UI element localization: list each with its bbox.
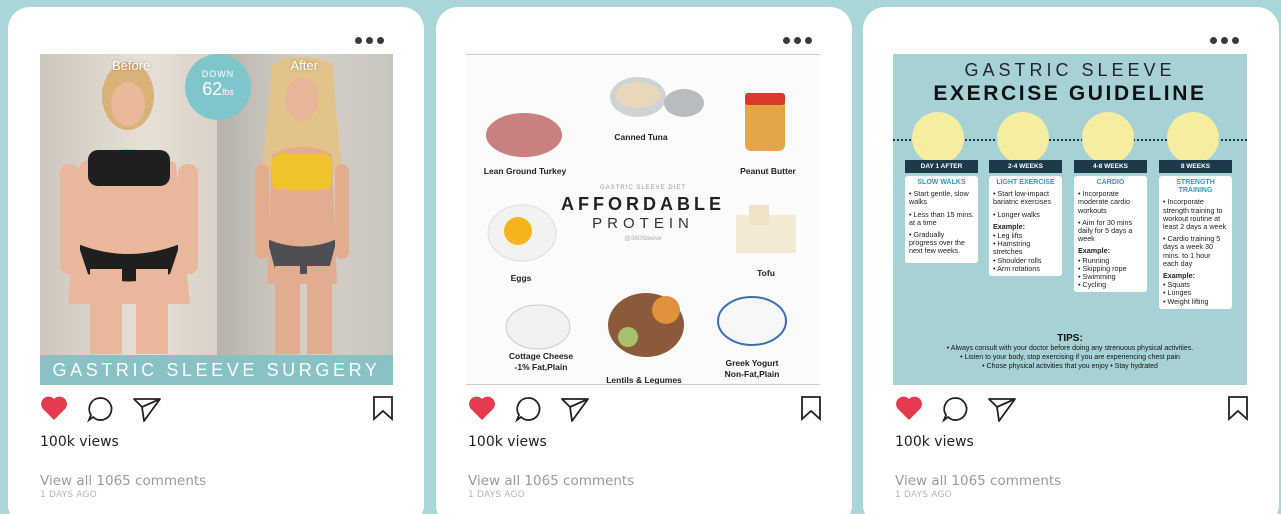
bookmark-icon[interactable] [800, 395, 822, 421]
view-comments-link[interactable]: View all 1065 comments [895, 473, 1061, 489]
guideline-title: GASTRIC SLEEVE [964, 60, 1176, 80]
post-card-2: Lean Ground Turkey Canned Tuna Peanut Bu… [436, 7, 852, 514]
heart-icon[interactable] [40, 395, 68, 421]
affordable-protein-heading: GASTRIC SLEEVE DIET AFFORDABLE PROTEIN @… [561, 185, 725, 242]
more-options-button[interactable] [1210, 37, 1239, 44]
more-options-button[interactable] [355, 37, 384, 44]
post-timestamp: 1 DAYS AGO [40, 490, 97, 500]
food-label: Peanut Butter [740, 166, 796, 176]
send-icon[interactable] [987, 395, 1017, 423]
food-label: Lean Ground Turkey [483, 166, 567, 176]
post-image[interactable]: Before After DOWN 62lbs GASTRIC SLEEVE S… [40, 54, 393, 385]
post-timestamp: 1 DAYS AGO [895, 490, 952, 500]
after-label: After [290, 58, 318, 73]
food-label: Canned Tuna [614, 132, 668, 142]
comment-icon[interactable] [941, 395, 969, 423]
guideline-subtitle: EXERCISE GUIDELINE [933, 82, 1207, 105]
post-card-1: Before After DOWN 62lbs GASTRIC SLEEVE S… [8, 7, 424, 514]
post-image[interactable]: Lean Ground Turkey Canned Tuna Peanut Bu… [466, 54, 820, 385]
treadmill-icon [1082, 112, 1134, 164]
send-icon[interactable] [132, 395, 162, 423]
heart-icon[interactable] [895, 395, 923, 421]
post-image[interactable]: GASTRIC SLEEVE EXERCISE GUIDELINE DAY 1 … [893, 54, 1247, 385]
tips-section: TIPS: • Always consult with your doctor … [946, 333, 1194, 370]
more-dots-icon [1210, 37, 1217, 44]
image-caption-band: GASTRIC SLEEVE SURGERY [40, 355, 393, 385]
food-label: Lentils & Legumes [606, 375, 682, 385]
more-dots-icon [355, 37, 362, 44]
send-icon[interactable] [560, 395, 590, 423]
phase-column: 4-8 WEEKS CARDIO • Incorporate moderate … [1074, 160, 1147, 293]
view-comments-link[interactable]: View all 1065 comments [468, 473, 634, 489]
view-count: 100k views [468, 434, 547, 450]
view-comments-link[interactable]: View all 1065 comments [40, 473, 206, 489]
post-card-3: GASTRIC SLEEVE EXERCISE GUIDELINE DAY 1 … [863, 7, 1279, 514]
food-label: Cottage Cheese -1% Fat,Plain [508, 351, 574, 372]
before-label: Before [112, 58, 151, 73]
food-label: Eggs [510, 273, 532, 283]
more-dots-icon [783, 37, 790, 44]
phase-column: DAY 1 AFTER SURGERY SLOW WALKS • Start g… [905, 160, 978, 263]
comment-icon[interactable] [514, 395, 542, 423]
heart-icon[interactable] [468, 395, 496, 421]
food-label: Greek Yogurt Non-Fat,Plain [724, 358, 780, 379]
comment-icon[interactable] [86, 395, 114, 423]
bookmark-icon[interactable] [372, 395, 394, 421]
view-count: 100k views [40, 434, 119, 450]
watch-icon [912, 112, 964, 164]
post-timestamp: 1 DAYS AGO [468, 490, 525, 500]
weight-loss-badge: DOWN 62lbs [185, 54, 251, 120]
yoga-mat-icon [997, 112, 1049, 164]
view-count: 100k views [895, 434, 974, 450]
dumbbell-icon [1167, 112, 1219, 164]
phase-column: 8 WEEKS STRENGTH TRAINING • Incorporate … [1159, 160, 1232, 309]
bookmark-icon[interactable] [1227, 395, 1249, 421]
food-label: Tofu [757, 268, 775, 278]
more-options-button[interactable] [783, 37, 812, 44]
phase-column: 2-4 WEEKS LIGHT EXERCISE • Start low-imp… [989, 160, 1062, 277]
